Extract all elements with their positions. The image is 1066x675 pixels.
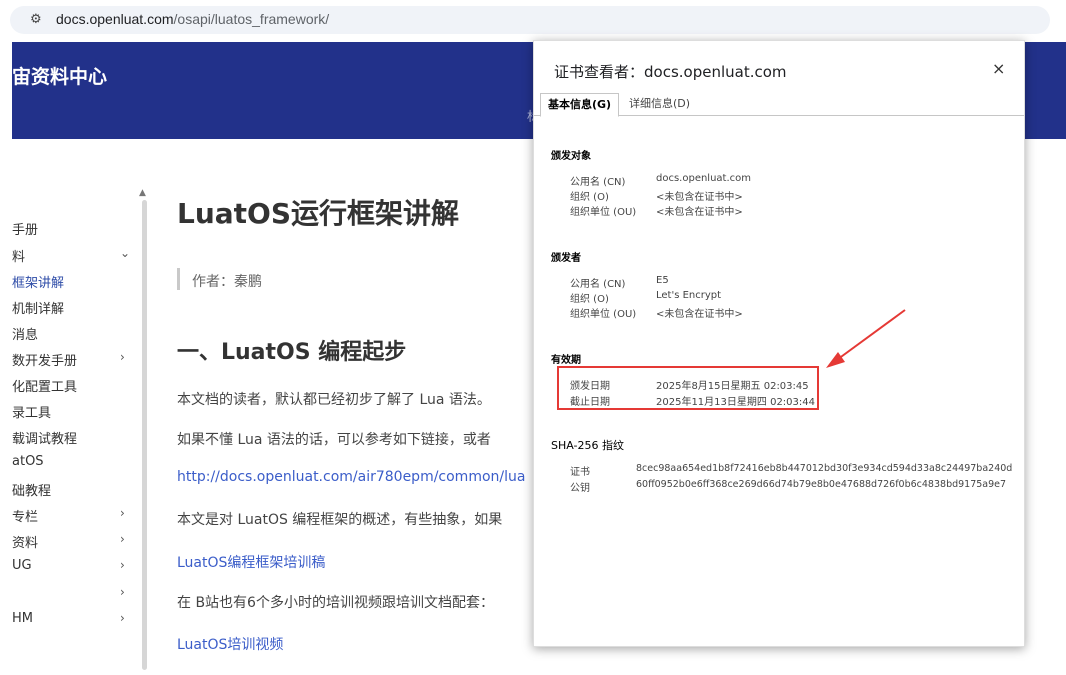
paragraph: 本文是对 LuatOS 编程框架的概述，有些抽象，如果 — [177, 512, 503, 528]
o-label: 组织 (O) — [570, 192, 609, 203]
tab-details[interactable]: 详细信息(D) — [622, 93, 697, 115]
sidebar-item[interactable]: 专栏 — [12, 506, 38, 525]
article-title: LuatOS运行框架讲解 — [177, 197, 460, 230]
sidebar-item[interactable]: 础教程 — [12, 480, 51, 499]
tab-basic-info[interactable]: 基本信息(G) — [540, 93, 620, 117]
sidebar-item[interactable]: 数开发手册 — [12, 350, 77, 369]
sidebar-item[interactable]: 载调试教程 — [12, 428, 77, 447]
sha256-heading: SHA-256 指纹 — [551, 439, 624, 452]
highlight-box — [557, 366, 819, 410]
doc-link[interactable]: http://docs.openluat.com/air780epm/commo… — [177, 469, 525, 485]
sidebar-item[interactable]: 料 — [12, 246, 25, 265]
training-video-link[interactable]: LuatOS培训视频 — [177, 634, 283, 654]
issuer-o-value: Let's Encrypt — [656, 290, 722, 301]
sidebar-item[interactable]: HM — [12, 611, 33, 626]
site-info-icon[interactable]: ⚙ — [30, 12, 42, 28]
issuer-ou-value: <未包含在证书中> — [656, 309, 743, 320]
ou-value: <未包含在证书中> — [656, 207, 743, 218]
sidebar-item[interactable]: 手册 — [12, 219, 38, 238]
validity-heading: 有效期 — [551, 355, 581, 366]
sidebar-item[interactable]: 录工具 — [12, 402, 51, 421]
issuer-o-label: 组织 (O) — [570, 294, 609, 305]
paragraph: 如果不懂 Lua 语法的话，可以参考如下链接，或者 — [177, 432, 491, 448]
site-title[interactable]: 宙资料中心 — [12, 62, 107, 89]
quote-bar — [177, 268, 180, 290]
sidebar-item[interactable]: 消息 — [12, 324, 38, 343]
sidebar-item[interactable]: 化配置工具 — [12, 376, 77, 395]
sidebar-scrollbar[interactable] — [142, 200, 147, 670]
key-fingerprint-label: 公钥 — [570, 483, 590, 494]
sidebar-item[interactable]: 资料 — [12, 532, 38, 551]
issued-by-heading: 颁发者 — [551, 253, 581, 264]
cn-value: docs.openluat.com — [656, 173, 752, 184]
sidebar-item-active[interactable]: 框架讲解 — [12, 272, 64, 291]
tab-bar: 基本信息(G) 详细信息(D) — [534, 93, 1024, 117]
issuer-cn-value: E5 — [656, 275, 669, 286]
sidebar-item[interactable]: UG — [12, 558, 32, 573]
chevron-right-icon[interactable]: › — [120, 350, 125, 364]
issuer-cn-label: 公用名 (CN) — [570, 279, 626, 290]
cert-fingerprint-value: 8cec98aa654ed1b8f72416eb8b447012bd30f3e9… — [636, 463, 1013, 474]
sidebar-item[interactable]: atOS — [12, 454, 44, 469]
chevron-down-icon[interactable]: ⌄ — [120, 246, 130, 260]
certificate-viewer-dialog: 证书查看者：docs.openluat.com × 基本信息(G) 详细信息(D… — [533, 40, 1025, 647]
paragraph: 本文档的读者，默认都已经初步了解了 Lua 语法。 — [177, 392, 491, 408]
scroll-up-icon[interactable]: ▲ — [139, 188, 146, 198]
sidebar-item[interactable]: 机制详解 — [12, 298, 64, 317]
cn-label: 公用名 (CN) — [570, 177, 626, 188]
chevron-right-icon[interactable]: › — [120, 532, 125, 546]
training-doc-link[interactable]: LuatOS编程框架培训稿 — [177, 552, 325, 572]
chevron-right-icon[interactable]: › — [120, 558, 125, 572]
url-text[interactable]: docs.openluat.com/osapi/luatos_framework… — [56, 11, 329, 27]
close-icon[interactable]: × — [992, 59, 1005, 78]
sidebar: 手册 料 ⌄ 框架讲解 机制详解 消息 数开发手册 › 化配置工具 录工具 载调… — [12, 139, 146, 675]
dialog-title: 证书查看者：docs.openluat.com — [554, 63, 787, 81]
chevron-right-icon[interactable]: › — [120, 611, 125, 625]
chevron-right-icon[interactable]: › — [120, 506, 125, 520]
browser-address-bar: ⚙ docs.openluat.com/osapi/luatos_framewo… — [0, 0, 1066, 42]
o-value: <未包含在证书中> — [656, 192, 743, 203]
key-fingerprint-value: 60ff0952b0e6ff368ce269d66d74b79e8b0e4768… — [636, 479, 1007, 490]
section-heading: 一、LuatOS 编程起步 — [177, 340, 407, 365]
paragraph: 在 B站也有6个多小时的培训视频跟培训文档配套： — [177, 595, 494, 611]
chevron-right-icon[interactable]: › — [120, 585, 125, 599]
ou-label: 组织单位 (OU) — [570, 207, 637, 218]
cert-fingerprint-label: 证书 — [570, 467, 590, 478]
issuer-ou-label: 组织单位 (OU) — [570, 309, 637, 320]
article-author: 作者：秦鹏 — [192, 274, 262, 290]
issued-to-heading: 颁发对象 — [551, 151, 591, 162]
